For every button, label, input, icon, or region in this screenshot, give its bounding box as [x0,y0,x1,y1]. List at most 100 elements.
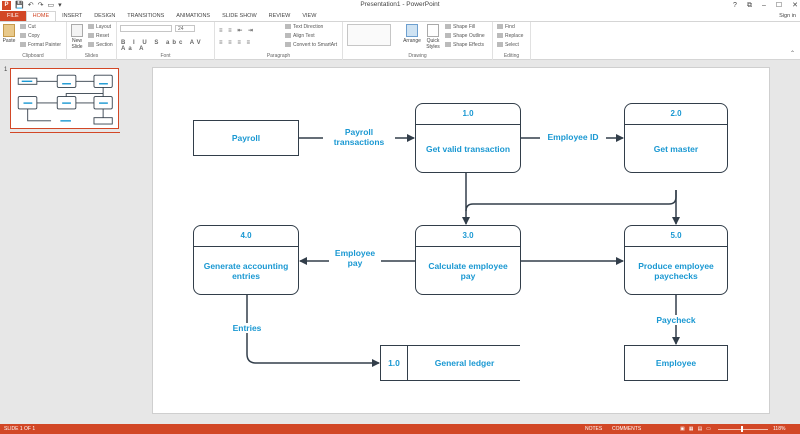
tab-insert[interactable]: INSERT [56,11,88,21]
align-text-button[interactable]: Align Text [285,33,315,40]
view-buttons[interactable]: ▣▦▤▭ [680,424,715,434]
comments-button[interactable]: COMMENTS [612,424,641,434]
format-painter-button[interactable]: Format Painter [20,42,61,49]
quick-styles-button[interactable]: Quick Styles [425,24,441,50]
align-text-icon [285,33,291,38]
new-slide-label: New Slide [71,38,83,50]
tab-transitions[interactable]: TRANSITIONS [121,11,170,21]
pen-icon [445,33,451,38]
reset-label: Reset [96,33,110,39]
cut-button[interactable]: Cut [20,24,36,31]
ribbon: Paste Cut Copy Format Painter Clipboard … [0,21,800,60]
group-editing: Find Replace Select Editing [493,22,531,60]
tab-animations[interactable]: ANIMATIONS [170,11,216,21]
replace-icon [497,33,503,38]
thumbnail-insertion-bar [10,132,120,133]
zoom-level[interactable]: 118% [773,424,785,434]
smartart-icon [285,42,291,47]
zoom-slider-thumb[interactable] [741,426,743,432]
arrange-button[interactable]: Arrange [403,24,421,44]
label-employee-pay[interactable]: Employee pay [329,248,381,268]
find-button[interactable]: Find [497,24,515,31]
shape-outline-button[interactable]: Shape Outline [445,33,485,40]
section-label: Section [96,42,113,48]
layout-button[interactable]: Layout [88,24,111,31]
window-title: Presentation1 - PowerPoint [360,1,440,8]
replace-button[interactable]: Replace [497,33,523,40]
process-5-produce-employee-paychecks[interactable]: 5.0 Produce employee paychecks [624,225,728,295]
data-store-id: 1.0 [381,346,408,380]
align-buttons[interactable]: ≡ ≡ ≡ ≡ [219,40,252,46]
process-2-get-master[interactable]: 2.0 Get master [624,103,728,173]
group-label-paragraph: Paragraph [266,53,291,59]
group-font: 24 B I U S abc AV Aa A Font [117,22,215,60]
group-label-clipboard: Clipboard [22,53,44,59]
section-button[interactable]: Section [88,42,113,49]
section-icon [88,42,94,47]
scissors-icon [20,24,26,29]
process-4-id: 4.0 [194,226,298,247]
group-label-editing: Editing [503,53,520,59]
text-direction-button[interactable]: Text Direction [285,24,323,31]
group-label-drawing: Drawing [408,53,427,59]
process-4-generate-accounting-entries[interactable]: 4.0 Generate accounting entries [193,225,299,295]
process-3-calculate-employee-pay[interactable]: 3.0 Calculate employee pay [415,225,521,295]
label-paycheck[interactable]: Paycheck [649,315,703,325]
convert-smartart-button[interactable]: Convert to SmartArt [285,42,337,49]
quick-styles-icon [427,24,439,37]
label-payroll-transactions[interactable]: Payroll transactions [323,127,395,147]
slide-counter: SLIDE 1 OF 1 [4,426,36,432]
slide-canvas[interactable]: Payroll 1.0 Get valid transaction 2.0 Ge… [152,67,770,414]
title-bar: P 💾 ↶ ↷ ▭ ▾ Presentation1 - PowerPoint ?… [0,0,800,11]
arrange-icon [406,24,418,37]
close-button[interactable]: ✕ [792,0,798,11]
tab-file[interactable]: FILE [0,11,26,21]
cursor-icon [497,42,503,47]
font-size-field[interactable]: 24 [175,25,195,32]
find-label: Find [505,24,515,30]
font-format-buttons[interactable]: B I U S abc AV Aa A [121,40,214,52]
text-direction-icon [285,24,291,29]
copy-icon [20,33,26,38]
maximize-button[interactable]: ☐ [776,0,782,11]
process-1-get-valid-transaction[interactable]: 1.0 Get valid transaction [415,103,521,173]
help-icon[interactable]: ? [733,0,737,11]
external-entity-employee[interactable]: Employee [624,345,728,381]
notes-button[interactable]: NOTES [585,424,602,434]
new-slide-icon [71,24,83,37]
external-entity-payroll[interactable]: Payroll [193,120,299,156]
tab-home[interactable]: HOME [25,11,57,21]
font-name-field[interactable] [120,25,172,32]
tab-view[interactable]: VIEW [296,11,322,21]
sign-in-link[interactable]: Sign in [779,11,800,21]
data-store-general-ledger[interactable]: 1.0 General ledger [380,345,520,381]
process-5-name: Produce employee paychecks [638,261,714,281]
shape-effects-button[interactable]: Shape Effects [445,42,484,49]
paste-label: Paste [2,38,16,44]
tab-review[interactable]: REVIEW [263,11,297,21]
shape-fill-button[interactable]: Shape Fill [445,24,475,31]
shapes-gallery[interactable] [347,24,391,46]
slide-thumbnail[interactable] [10,68,119,129]
label-entries[interactable]: Entries [227,323,267,333]
list-buttons[interactable]: ≡ ≡ ⇤ ⇥ [219,27,255,34]
new-slide-button[interactable]: New Slide [69,24,85,50]
copy-button[interactable]: Copy [20,33,40,40]
select-button[interactable]: Select [497,42,519,49]
ribbon-display-icon[interactable]: ⧉ [747,0,752,11]
convert-smartart-label: Convert to SmartArt [293,42,338,48]
label-employee-id[interactable]: Employee ID [540,132,606,142]
process-2-id: 2.0 [625,104,727,125]
ribbon-tabs: FILE HOME INSERT DESIGN TRANSITIONS ANIM… [0,11,800,21]
tab-design[interactable]: DESIGN [88,11,121,21]
paste-button[interactable]: Paste [2,24,16,44]
paste-icon [3,24,15,37]
minimize-button[interactable]: – [762,0,766,11]
fill-bucket-icon [445,24,451,29]
flow-2-to-3 [465,190,677,212]
process-3-id: 3.0 [416,226,520,247]
zoom-slider[interactable] [718,428,768,430]
tab-slide-show[interactable]: SLIDE SHOW [216,11,263,21]
reset-button[interactable]: Reset [88,33,109,40]
collapse-ribbon-icon[interactable]: ⌃ [790,51,795,58]
